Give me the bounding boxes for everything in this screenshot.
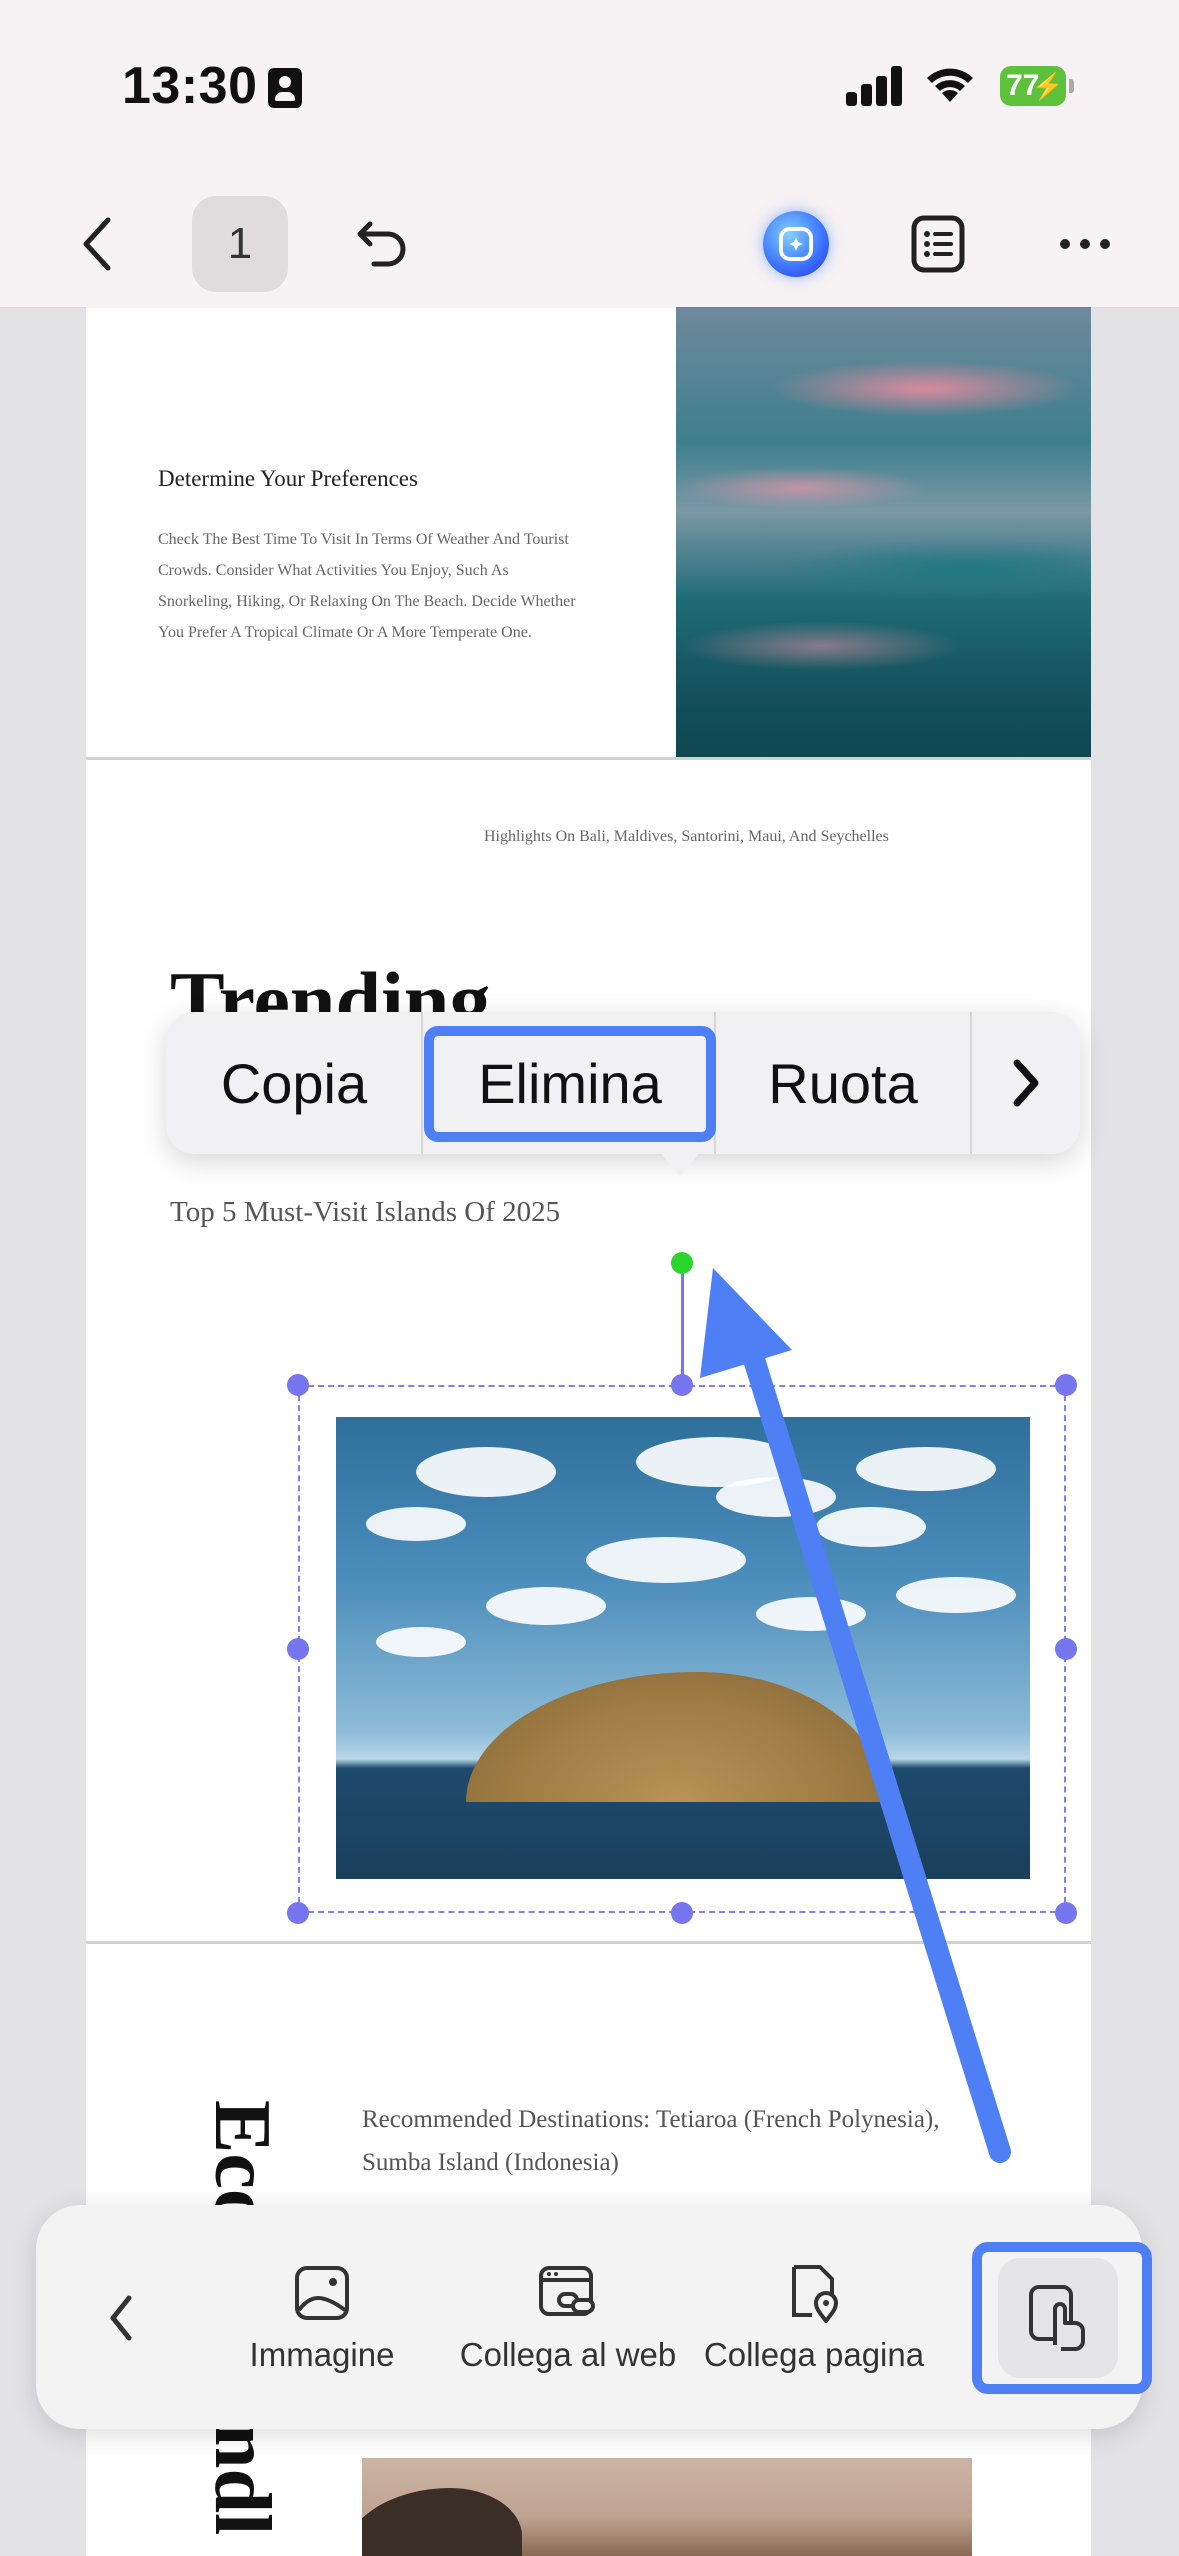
- ellipsis-icon: [1060, 239, 1110, 249]
- image-icon: [295, 2266, 349, 2320]
- travel-plans-text: Travel Plans Sustainable Resorts Offerin…: [362, 2186, 1002, 2204]
- resize-handle-top-left[interactable]: [287, 1374, 309, 1396]
- page-link-tool-button[interactable]: Collega pagina: [696, 2260, 932, 2374]
- ocean-image: [676, 307, 1091, 759]
- more-options-button[interactable]: [972, 1012, 1080, 1154]
- list-icon: [911, 215, 965, 273]
- battery-indicator: 77 ⚡: [1000, 66, 1074, 106]
- cellular-signal-icon: [846, 66, 904, 106]
- status-time: 13:30: [122, 57, 258, 115]
- page-number-button[interactable]: 1: [192, 196, 288, 292]
- rotate-button[interactable]: Ruota: [716, 1012, 970, 1154]
- page-link-icon: [792, 2265, 839, 2323]
- contact-card-icon: [268, 68, 302, 108]
- undo-button[interactable]: [346, 196, 418, 292]
- toolbar-back-button[interactable]: [88, 2278, 154, 2358]
- page-divider: [86, 757, 1091, 760]
- outline-button[interactable]: [900, 196, 976, 292]
- web-link-tool-button[interactable]: Collega al web: [452, 2260, 684, 2374]
- charging-bolt-icon: ⚡: [1031, 71, 1064, 101]
- preferences-heading: Determine Your Preferences: [158, 466, 418, 491]
- recommended-destinations: Recommended Destinations: Tetiaroa (Fren…: [362, 2106, 940, 2176]
- top-bar: 13:30 77 ⚡ 1: [0, 0, 1179, 307]
- rotation-line: [681, 1263, 684, 1385]
- page-link-tool-label: Collega pagina: [703, 2336, 925, 2373]
- resize-handle-right[interactable]: [1055, 1638, 1077, 1660]
- subtitle: Top 5 Must-Visit Islands Of 2025: [170, 1196, 561, 1228]
- preferences-body: Check The Best Time To Visit In Terms Of…: [158, 531, 576, 641]
- ai-assistant-button[interactable]: [758, 196, 834, 292]
- undo-icon: [357, 221, 406, 267]
- back-button[interactable]: [62, 196, 132, 292]
- trending-title: Trending: [170, 960, 491, 1020]
- vertical-heading-fragment: ndl: [198, 2424, 286, 2536]
- page-divider: [86, 1941, 1091, 1944]
- eco-vertical-heading: Eco: [198, 2100, 286, 2210]
- menu-divider: [421, 1012, 423, 1154]
- ai-assistant-icon: [763, 211, 829, 277]
- resize-handle-bottom-right[interactable]: [1055, 1902, 1077, 1924]
- chevron-left-icon: [110, 2295, 132, 2341]
- resize-handle-left[interactable]: [287, 1638, 309, 1660]
- highlights-caption: Highlights On Bali, Maldives, Santorini,…: [484, 828, 889, 845]
- resize-handle-bottom-left[interactable]: [287, 1902, 309, 1924]
- web-link-icon: [539, 2266, 595, 2316]
- highlight-delete: [424, 1026, 716, 1142]
- resize-handle-top[interactable]: [671, 1374, 693, 1396]
- web-link-tool-label: Collega al web: [459, 2336, 677, 2373]
- selection-box[interactable]: [298, 1385, 1066, 1913]
- image-tool-button[interactable]: Immagine: [240, 2260, 404, 2374]
- rotation-handle[interactable]: [671, 1252, 693, 1274]
- highlight-select-tool: [972, 2242, 1152, 2394]
- resize-handle-top-right[interactable]: [1055, 1374, 1077, 1396]
- rock-image: [362, 2458, 972, 2556]
- resize-handle-bottom[interactable]: [671, 1902, 693, 1924]
- copy-button[interactable]: Copia: [166, 1012, 422, 1154]
- chevron-right-icon: [1013, 1059, 1039, 1107]
- image-tool-label: Immagine: [249, 2336, 395, 2373]
- more-button[interactable]: [1050, 196, 1120, 292]
- chevron-left-icon: [83, 217, 111, 271]
- wifi-icon: [927, 68, 973, 102]
